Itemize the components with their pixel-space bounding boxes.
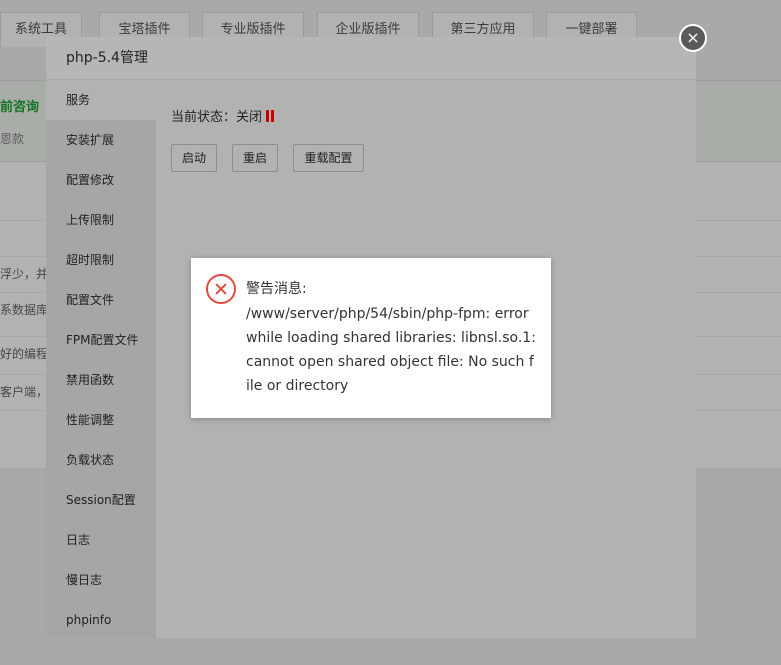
error-alert: 警告消息: /www/server/php/54/sbin/php-fpm: e…	[191, 258, 551, 418]
status-value: 关闭	[236, 110, 263, 125]
dialog-title: php-5.4管理	[46, 37, 696, 80]
sidebar-item-timeout-limit[interactable]: 超时限制	[46, 240, 156, 280]
alert-message: /www/server/php/54/sbin/php-fpm: error w…	[246, 306, 536, 394]
sidebar-item-load-status[interactable]: 负载状态	[46, 440, 156, 480]
error-icon	[206, 274, 236, 304]
stopped-icon	[266, 110, 275, 122]
sidebar-item-log[interactable]: 日志	[46, 520, 156, 560]
sidebar-item-disabled-functions[interactable]: 禁用函数	[46, 360, 156, 400]
sidebar-item-fpm-config[interactable]: FPM配置文件	[46, 320, 156, 360]
sidebar-item-performance[interactable]: 性能调整	[46, 400, 156, 440]
start-button[interactable]: 启动	[171, 144, 217, 172]
alert-title: 警告消息:	[246, 281, 307, 297]
sidebar-item-upload-limit[interactable]: 上传限制	[46, 200, 156, 240]
sidebar-item-install-extensions[interactable]: 安装扩展	[46, 120, 156, 160]
close-icon[interactable]: ×	[679, 24, 707, 52]
status-label: 当前状态：	[171, 110, 237, 125]
sidebar-item-config-edit[interactable]: 配置修改	[46, 160, 156, 200]
sidebar-item-session-config[interactable]: Session配置	[46, 480, 156, 520]
sidebar-item-config-file[interactable]: 配置文件	[46, 280, 156, 320]
sidebar-item-phpinfo[interactable]: phpinfo	[46, 600, 156, 640]
dialog-sidebar: 服务 安装扩展 配置修改 上传限制 超时限制 配置文件 FPM配置文件 禁用函数…	[46, 80, 156, 638]
restart-button[interactable]: 重启	[232, 144, 278, 172]
service-status: 当前状态：关闭	[171, 106, 275, 125]
reload-config-button[interactable]: 重载配置	[293, 144, 364, 172]
sidebar-item-service[interactable]: 服务	[46, 80, 156, 120]
sidebar-item-slow-log[interactable]: 慢日志	[46, 560, 156, 600]
